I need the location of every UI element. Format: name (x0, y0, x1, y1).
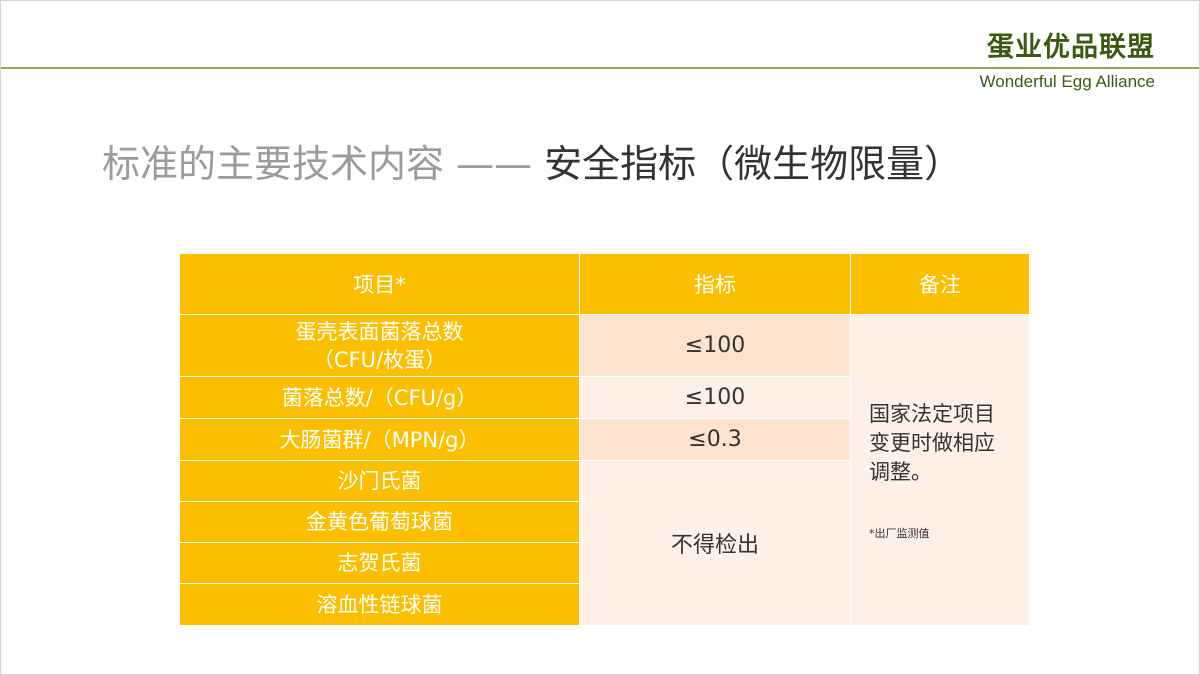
remark-text: 国家法定项目变更时做相应调整。 (869, 401, 995, 484)
remark-cell: 国家法定项目变更时做相应调整。 *出厂监测值 (850, 314, 1030, 626)
item-cell: 蛋壳表面菌落总数 （CFU/枚蛋） (179, 314, 580, 377)
title-prefix: 标准的主要技术内容 —— (102, 142, 545, 186)
remark-footnote: *出厂监测值 (869, 526, 930, 540)
item-cell: 沙门氏菌 (179, 460, 580, 502)
item-line: 蛋壳表面菌落总数 (295, 319, 464, 344)
merged-value-cell: 不得检出 (579, 460, 851, 626)
value-cell: ≤100 (579, 376, 851, 419)
slide: 蛋业优品联盟 Wonderful Egg Alliance 标准的主要技术内容 … (0, 0, 1200, 675)
header-remark: 备注 (850, 253, 1030, 315)
item-cell: 志贺氏菌 (179, 542, 580, 584)
brand-name-en: Wonderful Egg Alliance (979, 72, 1155, 91)
title-main: 安全指标（微生物限量） (544, 142, 963, 186)
table-header-row: 项目* 指标 备注 (179, 253, 1030, 315)
item-cell: 金黄色葡萄球菌 (179, 501, 580, 543)
item-cell: 溶血性链球菌 (179, 583, 580, 626)
header-item: 项目* (179, 253, 580, 315)
header-index: 指标 (579, 253, 851, 315)
microbial-limits-table: 项目* 指标 备注 蛋壳表面菌落总数 （CFU/枚蛋） ≤100 国家法定项目变… (179, 253, 1030, 626)
value-cell: ≤100 (579, 314, 851, 377)
item-cell: 大肠菌群/（MPN/g） (179, 418, 580, 461)
brand-name-cn: 蛋业优品联盟 (987, 32, 1155, 63)
slide-title: 标准的主要技术内容 —— 安全指标（微生物限量） (102, 133, 962, 188)
value-cell: ≤0.3 (579, 418, 851, 461)
table-row: 蛋壳表面菌落总数 （CFU/枚蛋） ≤100 国家法定项目变更时做相应调整。 *… (179, 314, 1030, 626)
item-line: （CFU/枚蛋） (312, 347, 447, 372)
item-cell: 菌落总数/（CFU/g） (179, 376, 580, 419)
header-divider (1, 67, 1199, 69)
